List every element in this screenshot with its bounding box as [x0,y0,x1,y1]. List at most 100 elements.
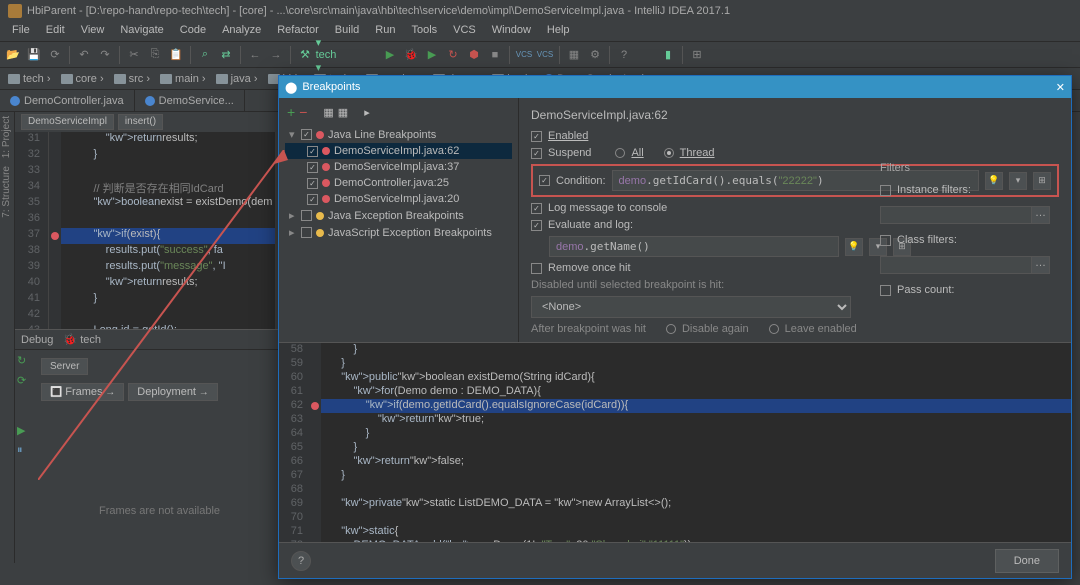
menu-navigate[interactable]: Navigate [112,22,171,41]
menu-view[interactable]: View [73,22,113,41]
debug-panel: Debug 🐞 tech ↻ ⟳ ▶ ⏸ Server 🔳 Frames → D… [15,329,286,585]
help-icon[interactable]: ? [615,46,633,64]
nav-item[interactable]: main › [156,71,210,87]
save-icon[interactable]: 💾 [25,46,43,64]
remove-check[interactable] [531,263,542,274]
sync-icon[interactable]: ⟳ [46,46,64,64]
pause-icon[interactable]: ⏸ [17,444,31,458]
server-tab[interactable]: Server [41,358,88,375]
misc-icon[interactable]: ⊞ [688,46,706,64]
code-line: 64 } [279,427,1071,441]
resume-icon[interactable]: ▶ [17,424,31,438]
editor-tab[interactable]: DemoController.java [0,90,135,111]
crumb-class[interactable]: DemoServiceImpl [21,114,114,130]
crumb-method[interactable]: insert() [118,114,163,130]
add-icon[interactable]: + [287,104,295,120]
expand-icon[interactable]: ▸ [364,106,370,119]
undo-icon[interactable]: ↶ [75,46,93,64]
project-tool[interactable]: 1: Project [0,112,13,162]
breakpoint-icon: ⬤ [285,81,297,94]
structure-tool[interactable]: 7: Structure [0,162,13,222]
frames-tab[interactable]: 🔳 Frames → [41,383,124,401]
menu-tools[interactable]: Tools [403,22,445,41]
class-check[interactable] [880,235,891,246]
nav-item[interactable]: core › [57,71,108,87]
log-check[interactable]: ✓ [531,203,542,214]
class-filter-input[interactable]: … [880,256,1050,274]
nav-item[interactable]: java › [212,71,262,87]
run-icon[interactable]: ▶ [381,46,399,64]
cut-icon[interactable]: ✂ [125,46,143,64]
nav-item[interactable]: tech › [4,71,55,87]
menu-window[interactable]: Window [484,22,539,41]
eval-input[interactable]: demo.getName() [549,236,839,257]
suspend-check[interactable]: ✓ [531,148,542,159]
menu-edit[interactable]: Edit [38,22,73,41]
code-line: 35 "kw">boolean exist = existDemo(dem [15,196,275,212]
nav-item[interactable]: src › [110,71,154,87]
toggle-icon[interactable]: ⬢ [465,46,483,64]
structure-icon[interactable]: ▦ [565,46,583,64]
code-line: 70 [279,511,1071,525]
settings-icon[interactable]: ⚙ [586,46,604,64]
coverage-icon[interactable]: ▶ [423,46,441,64]
back-icon[interactable]: ← [246,46,264,64]
condition-check[interactable]: ✓ [539,175,550,186]
menu-file[interactable]: File [4,22,38,41]
build-icon[interactable]: ⚒ [296,46,314,64]
code-line: 69 "kw">private "kw">static List DEMO_DA… [279,497,1071,511]
forward-icon[interactable]: → [267,46,285,64]
copy-icon[interactable]: ⎘ [146,46,164,64]
menu-analyze[interactable]: Analyze [214,22,269,41]
debug-left-toolbar: ↻ ⟳ ▶ ⏸ [15,350,33,585]
update-icon[interactable]: ⟳ [17,374,31,388]
menu-code[interactable]: Code [172,22,214,41]
disabled-until-select[interactable]: <None> [531,296,851,318]
menu-run[interactable]: Run [367,22,403,41]
menu-vcs[interactable]: VCS [445,22,484,41]
thread-radio[interactable] [664,148,674,158]
eval-check[interactable]: ✓ [531,220,542,231]
open-icon[interactable]: 📂 [4,46,22,64]
instance-filter-input[interactable]: … [880,206,1050,224]
disable-again-radio[interactable] [666,324,676,334]
help-button[interactable]: ? [291,551,311,571]
code-line: 32 } [15,148,275,164]
instance-check[interactable] [880,185,891,196]
debug-icon[interactable]: 🐞 [402,46,420,64]
menu-help[interactable]: Help [539,22,578,41]
paste-icon[interactable]: 📋 [167,46,185,64]
tree-exc[interactable]: ▸ Java Exception Breakpoints [285,207,512,224]
rerun-icon[interactable]: ↻ [444,46,462,64]
done-button[interactable]: Done [995,549,1059,573]
leave-radio[interactable] [769,324,779,334]
tree-bp-item[interactable]: ✓DemoServiceImpl.java:20 [285,191,512,207]
tree-root[interactable]: ▾✓ Java Line Breakpoints [285,126,512,143]
code-line: 67 } [279,469,1071,483]
redo-icon[interactable]: ↷ [96,46,114,64]
all-radio[interactable] [615,148,625,158]
code-line: 60 "kw">public "kw">boolean existDemo(St… [279,371,1071,385]
enabled-check[interactable]: ✓ [531,131,542,142]
vcs2-icon[interactable]: VCS [536,46,554,64]
close-icon[interactable]: ✕ [1056,81,1065,94]
deployment-tab[interactable]: Deployment → [128,383,217,401]
vcs-icon[interactable]: VCS [515,46,533,64]
tree-jsexc[interactable]: ▸ JavaScript Exception Breakpoints [285,224,512,241]
group2-icon[interactable]: ▦ [338,106,348,119]
editor-tab[interactable]: DemoService... [135,90,245,111]
rerun-debug-icon[interactable]: ↻ [17,354,31,368]
group-icon[interactable]: ▦ [323,106,333,119]
remove-icon[interactable]: − [299,104,307,120]
tree-bp-item[interactable]: ✓DemoServiceImpl.java:37 [285,159,512,175]
tree-bp-item[interactable]: ✓DemoServiceImpl.java:62 [285,143,512,159]
eval-lightbulb-icon[interactable]: 💡 [845,238,863,256]
replace-icon[interactable]: ⇄ [217,46,235,64]
pass-check[interactable] [880,285,891,296]
tree-bp-item[interactable]: ✓DemoController.java:25 [285,175,512,191]
find-icon[interactable]: ⌕ [196,46,214,64]
jrebel-icon[interactable]: ▮ [659,46,677,64]
config-icon[interactable]: ▾ tech ▾ [317,46,335,64]
code-line: 65 } [279,441,1071,455]
stop-icon[interactable]: ■ [486,46,504,64]
